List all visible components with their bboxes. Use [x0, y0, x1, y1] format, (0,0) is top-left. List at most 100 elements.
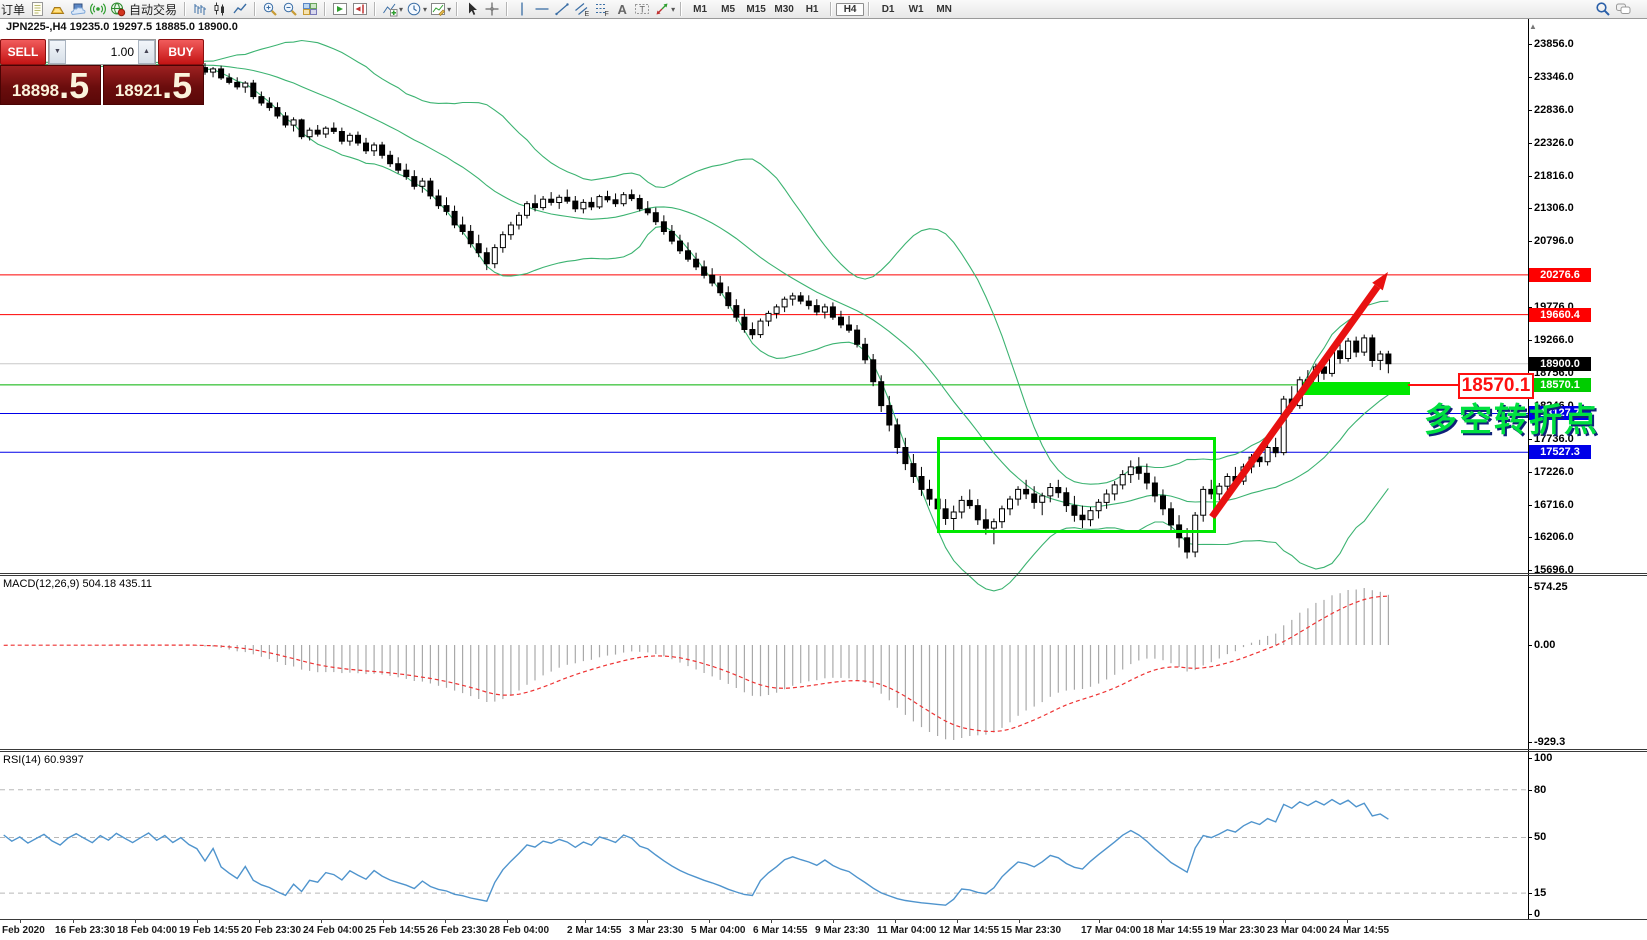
price-callout-box[interactable]: 18570.1 [1458, 373, 1534, 399]
timeframe-h4[interactable]: H4 [836, 3, 864, 16]
new-order-label[interactable]: 订单 [1, 1, 25, 18]
toolbar-separator [868, 2, 870, 16]
rsi-axis-tick [1528, 914, 1532, 915]
time-axis-tick [957, 919, 958, 923]
time-axis-separator [0, 919, 1647, 920]
rsi-axis-tick [1528, 758, 1532, 759]
line-chart-icon[interactable] [232, 1, 248, 17]
sell-button[interactable]: SELL [0, 39, 46, 65]
macd-panel-separator[interactable] [0, 573, 1647, 574]
autotrade-label[interactable]: 自动交易 [129, 1, 177, 18]
bar-chart-icon[interactable] [192, 1, 208, 17]
signal-icon[interactable] [90, 1, 106, 17]
price-axis-label: 22836.0 [1534, 104, 1574, 116]
consolidation-box-annotation[interactable] [937, 437, 1216, 533]
macd-axis-label: 0.00 [1534, 639, 1555, 651]
document-icon[interactable] [30, 1, 46, 17]
svg-text:A: A [618, 2, 628, 17]
chevron-down-icon[interactable]: ▾ [447, 5, 451, 14]
horizontal-lines [0, 275, 1528, 452]
turning-point-annotation[interactable]: 多空转折点 [1424, 402, 1599, 438]
toolbar-separator [254, 2, 256, 16]
gold-icon[interactable] [50, 1, 66, 17]
price-axis-label: 21816.0 [1534, 170, 1574, 182]
equidistant-channel-icon[interactable]: E [574, 1, 590, 17]
price-axis-tick [1528, 208, 1532, 209]
main-toolbar: 订单 自动交易 ▾ ▾ ▾ E F A T ▾ M1M5M15M30H1 H4 D1W1MN [0, 0, 1647, 19]
time-axis-tick [321, 919, 322, 923]
time-axis-tick [1347, 919, 1348, 923]
time-axis-label: 16 Feb 23:30 [55, 925, 115, 936]
svg-text:F: F [605, 11, 609, 17]
trade-buttons-row: SELL ▼ 1.00 ▲ BUY [0, 39, 204, 65]
chevron-down-icon[interactable]: ▾ [423, 5, 427, 14]
axis-scroll-up-icon[interactable]: ▲ [1529, 22, 1537, 31]
buy-price-display[interactable]: 18921.5 [103, 65, 204, 105]
crosshair-icon[interactable] [484, 1, 500, 17]
time-axis-tick [1223, 919, 1224, 923]
time-axis-tick [383, 919, 384, 923]
globe-icon[interactable] [110, 1, 126, 17]
price-axis-tick [1528, 340, 1532, 341]
timeframe-m1[interactable]: M1 [686, 3, 714, 16]
cloud-icon[interactable] [70, 1, 86, 17]
indicators-icon[interactable] [382, 1, 398, 17]
time-axis-tick [259, 919, 260, 923]
search-icon[interactable] [1595, 1, 1611, 17]
chat-icon[interactable] [1615, 1, 1631, 17]
price-axis-label: 16716.0 [1534, 499, 1574, 511]
templates-icon[interactable] [430, 1, 446, 17]
auto-scroll-icon[interactable] [332, 1, 348, 17]
time-axis-tick [771, 919, 772, 923]
rsi-panel-separator[interactable] [0, 749, 1647, 750]
timeframe-m15[interactable]: M15 [742, 3, 770, 16]
trendline-icon[interactable] [554, 1, 570, 17]
svg-text:E: E [585, 11, 590, 17]
price-axis-label: 15696.0 [1534, 564, 1574, 576]
time-axis-label: 3 Mar 23:30 [629, 925, 683, 936]
time-axis-label: 18 Mar 14:55 [1143, 925, 1203, 936]
volume-decrease-button[interactable]: ▼ [49, 40, 66, 64]
periods-icon[interactable] [406, 1, 422, 17]
text-label-icon[interactable]: T [634, 1, 650, 17]
timeframe-mn[interactable]: MN [930, 3, 958, 16]
timeframe-m30[interactable]: M30 [770, 3, 798, 16]
timeframe-d1[interactable]: D1 [874, 3, 902, 16]
tile-windows-icon[interactable] [302, 1, 318, 17]
zoom-out-icon[interactable] [282, 1, 298, 17]
volume-increase-button[interactable]: ▲ [138, 40, 155, 64]
time-axis-label: 23 Mar 04:00 [1267, 925, 1327, 936]
chart-canvas[interactable] [0, 0, 1647, 940]
price-axis-label: 17226.0 [1534, 466, 1574, 478]
chevron-down-icon[interactable]: ▾ [399, 5, 403, 14]
timeframe-w1[interactable]: W1 [902, 3, 930, 16]
svg-text:T: T [640, 5, 646, 15]
text-icon[interactable]: A [614, 1, 630, 17]
time-axis-label: 2 Mar 14:55 [567, 925, 621, 936]
time-axis-label: 19 Mar 23:30 [1205, 925, 1265, 936]
support-zone-bar-annotation[interactable] [1303, 382, 1410, 395]
sell-price-main: 18898 [12, 82, 59, 99]
horizontal-line-icon[interactable] [534, 1, 550, 17]
timeframe-m5[interactable]: M5 [714, 3, 742, 16]
timeframe-h1[interactable]: H1 [798, 3, 826, 16]
time-axis-tick [197, 919, 198, 923]
chart-shift-icon[interactable] [352, 1, 368, 17]
volume-spinner: ▼ 1.00 ▲ [48, 39, 156, 65]
sell-price-display[interactable]: 18898.5 [0, 65, 101, 105]
candlestick-chart-icon[interactable] [212, 1, 228, 17]
vertical-line-icon[interactable] [514, 1, 530, 17]
fibonacci-icon[interactable]: F [594, 1, 610, 17]
rsi-axis-label: 50 [1534, 831, 1546, 843]
volume-input[interactable]: 1.00 [66, 40, 138, 64]
cursor-icon[interactable] [464, 1, 480, 17]
time-axis-tick [507, 919, 508, 923]
toolbar-separator [456, 2, 458, 16]
time-axis-tick [709, 919, 710, 923]
chevron-down-icon[interactable]: ▾ [671, 5, 675, 14]
time-axis-label: 24 Feb 04:00 [303, 925, 363, 936]
zoom-in-icon[interactable] [262, 1, 278, 17]
time-axis-tick [1019, 919, 1020, 923]
buy-button[interactable]: BUY [158, 39, 204, 65]
arrows-icon[interactable] [654, 1, 670, 17]
